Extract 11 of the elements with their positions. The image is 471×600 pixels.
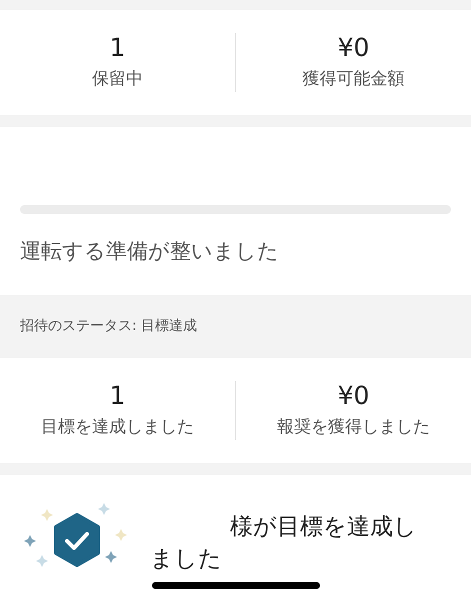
- stat-value: ¥0: [338, 380, 370, 411]
- stat-value: ¥0: [338, 32, 370, 63]
- stat-value: 1: [110, 380, 126, 411]
- achievement-message: 様が目標を達成しました: [150, 513, 418, 574]
- invite-status-label: 招待のステータス: 目標達成: [20, 317, 198, 336]
- stat-label: 報奨を獲得しました: [277, 416, 430, 439]
- stat-value: 1: [110, 32, 126, 63]
- stat-label: 保留中: [92, 68, 143, 91]
- stat-label: 目標を達成しました: [41, 416, 194, 439]
- progress-message: 運転する準備が整いました: [20, 238, 280, 265]
- stat-label: 獲得可能金額: [302, 68, 404, 91]
